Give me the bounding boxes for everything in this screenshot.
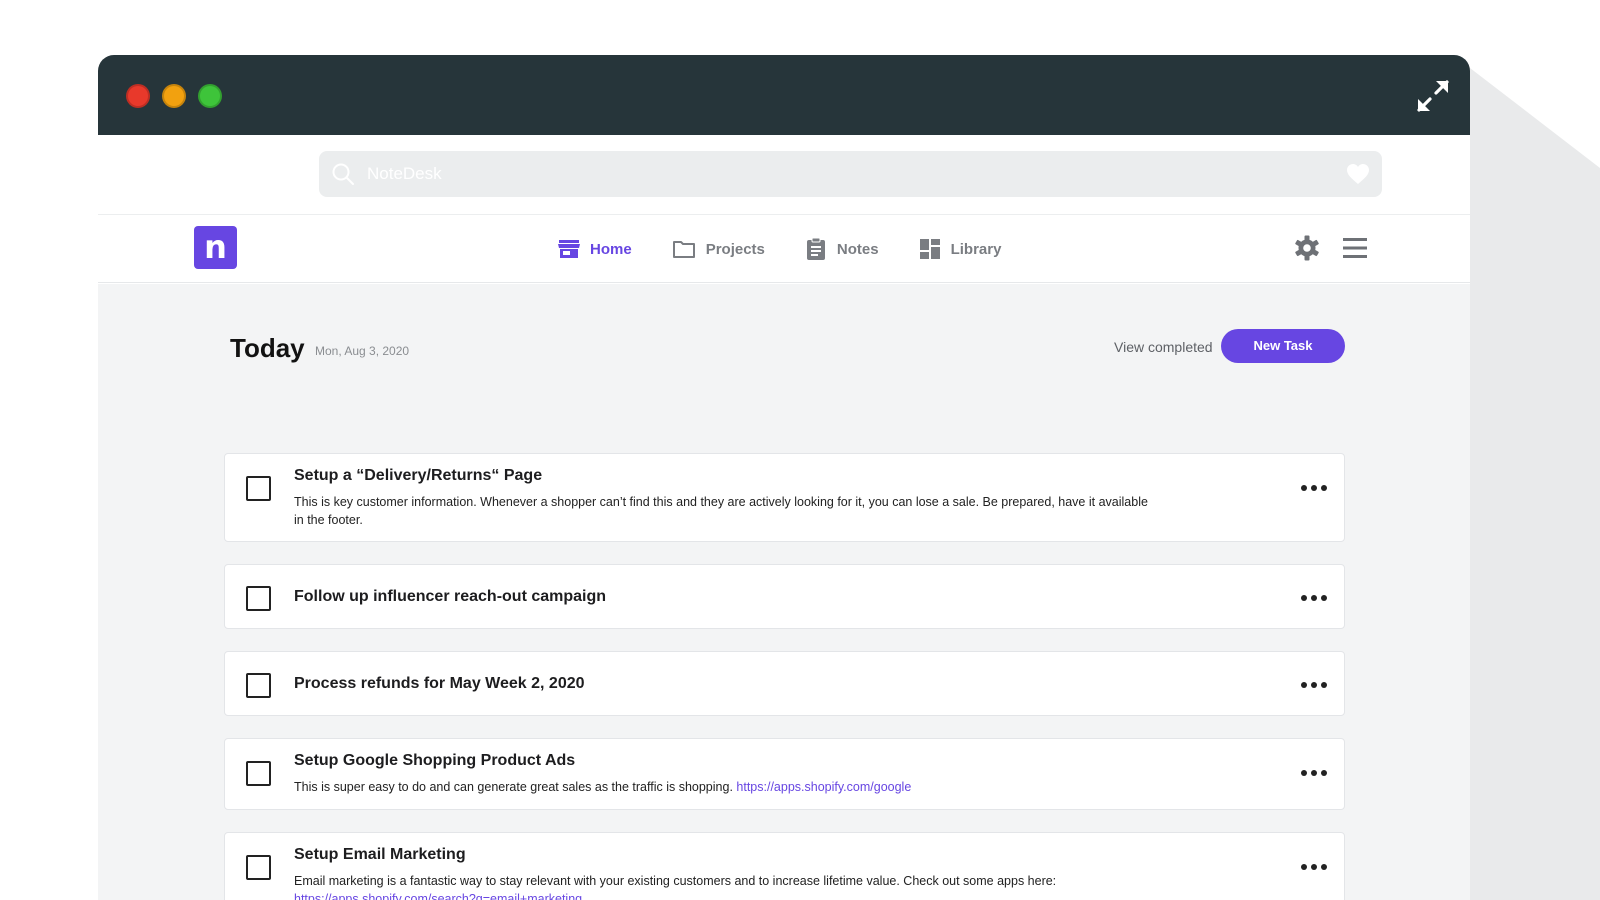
nav-tabs: Home Projects Notes Library [558, 215, 1041, 283]
clipboard-icon [806, 237, 825, 260]
task-title: Follow up influencer reach-out campaign [294, 588, 607, 605]
task-checkbox[interactable] [246, 476, 271, 501]
address-bar[interactable]: NoteDesk [319, 151, 1382, 197]
expand-icon[interactable] [1416, 79, 1450, 113]
window-titlebar [98, 55, 1470, 135]
search-icon [332, 163, 354, 185]
more-options-icon[interactable] [1300, 862, 1328, 872]
task-card: Process refunds for May Week 2, 2020 [224, 651, 1345, 716]
app-navbar: n Home Projects Notes Library [98, 215, 1470, 283]
task-description-text: Email marketing is a fantastic way to st… [294, 874, 1057, 888]
tab-home-label: Home [590, 240, 632, 258]
minimize-window-button[interactable] [162, 84, 186, 108]
tab-notes[interactable]: Notes [805, 237, 879, 261]
tab-library-label: Library [950, 240, 1002, 258]
task-link[interactable]: https://apps.shopify.com/google [736, 780, 911, 794]
more-options-icon[interactable] [1300, 483, 1328, 493]
task-card: Setup Email Marketing Email marketing is… [224, 832, 1345, 900]
task-checkbox[interactable] [246, 586, 271, 611]
task-checkbox[interactable] [246, 761, 271, 786]
task-checkbox[interactable] [246, 673, 271, 698]
task-card: Setup a “Delivery/Returns“ Page This is … [224, 453, 1345, 542]
task-description-text: This is super easy to do and can generat… [294, 780, 733, 794]
task-checkbox[interactable] [246, 855, 271, 880]
more-options-icon[interactable] [1300, 768, 1328, 778]
close-window-button[interactable] [126, 84, 150, 108]
task-title: Process refunds for May Week 2, 2020 [294, 675, 585, 692]
task-link[interactable]: https://apps.shopify.com/search?q=email+… [294, 892, 582, 900]
hamburger-menu-icon[interactable] [1342, 236, 1368, 260]
gear-icon[interactable] [1294, 235, 1320, 261]
tab-projects[interactable]: Projects [672, 239, 765, 259]
address-text: NoteDesk [367, 164, 442, 183]
heart-icon[interactable] [1346, 163, 1370, 185]
more-options-icon[interactable] [1300, 680, 1328, 690]
page-date: Mon, Aug 3, 2020 [315, 344, 410, 358]
task-title: Setup a “Delivery/Returns“ Page [294, 467, 543, 484]
folder-icon [672, 241, 695, 258]
task-card: Setup Google Shopping Product Ads This i… [224, 738, 1345, 810]
dashboard-icon [919, 239, 940, 259]
store-icon [558, 240, 580, 258]
more-options-icon[interactable] [1300, 593, 1328, 603]
task-description: This is super easy to do and can generat… [294, 778, 1154, 796]
view-completed-link[interactable]: View completed [1114, 339, 1213, 355]
tab-projects-label: Projects [705, 240, 765, 258]
app-logo[interactable]: n [194, 226, 237, 269]
tab-library[interactable]: Library [919, 238, 1002, 260]
task-title: Setup Google Shopping Product Ads [294, 752, 576, 769]
address-area: NoteDesk [98, 135, 1470, 215]
browser-window: NoteDesk n Home Projects Notes Library T… [98, 55, 1470, 900]
tab-home[interactable]: Home [558, 239, 632, 259]
task-description: Email marketing is a fantastic way to st… [294, 872, 1154, 900]
page-shadow [1470, 68, 1600, 900]
tab-notes-label: Notes [836, 240, 879, 258]
maximize-window-button[interactable] [198, 84, 222, 108]
task-title: Setup Email Marketing [294, 846, 466, 863]
task-description: This is key customer information. Whenev… [294, 495, 1148, 527]
task-card: Follow up influencer reach-out campaign [224, 564, 1345, 629]
new-task-button[interactable]: New Task [1221, 329, 1345, 363]
main-content: Today Mon, Aug 3, 2020 View completed Ne… [98, 284, 1470, 900]
page-title: Today [230, 333, 305, 363]
